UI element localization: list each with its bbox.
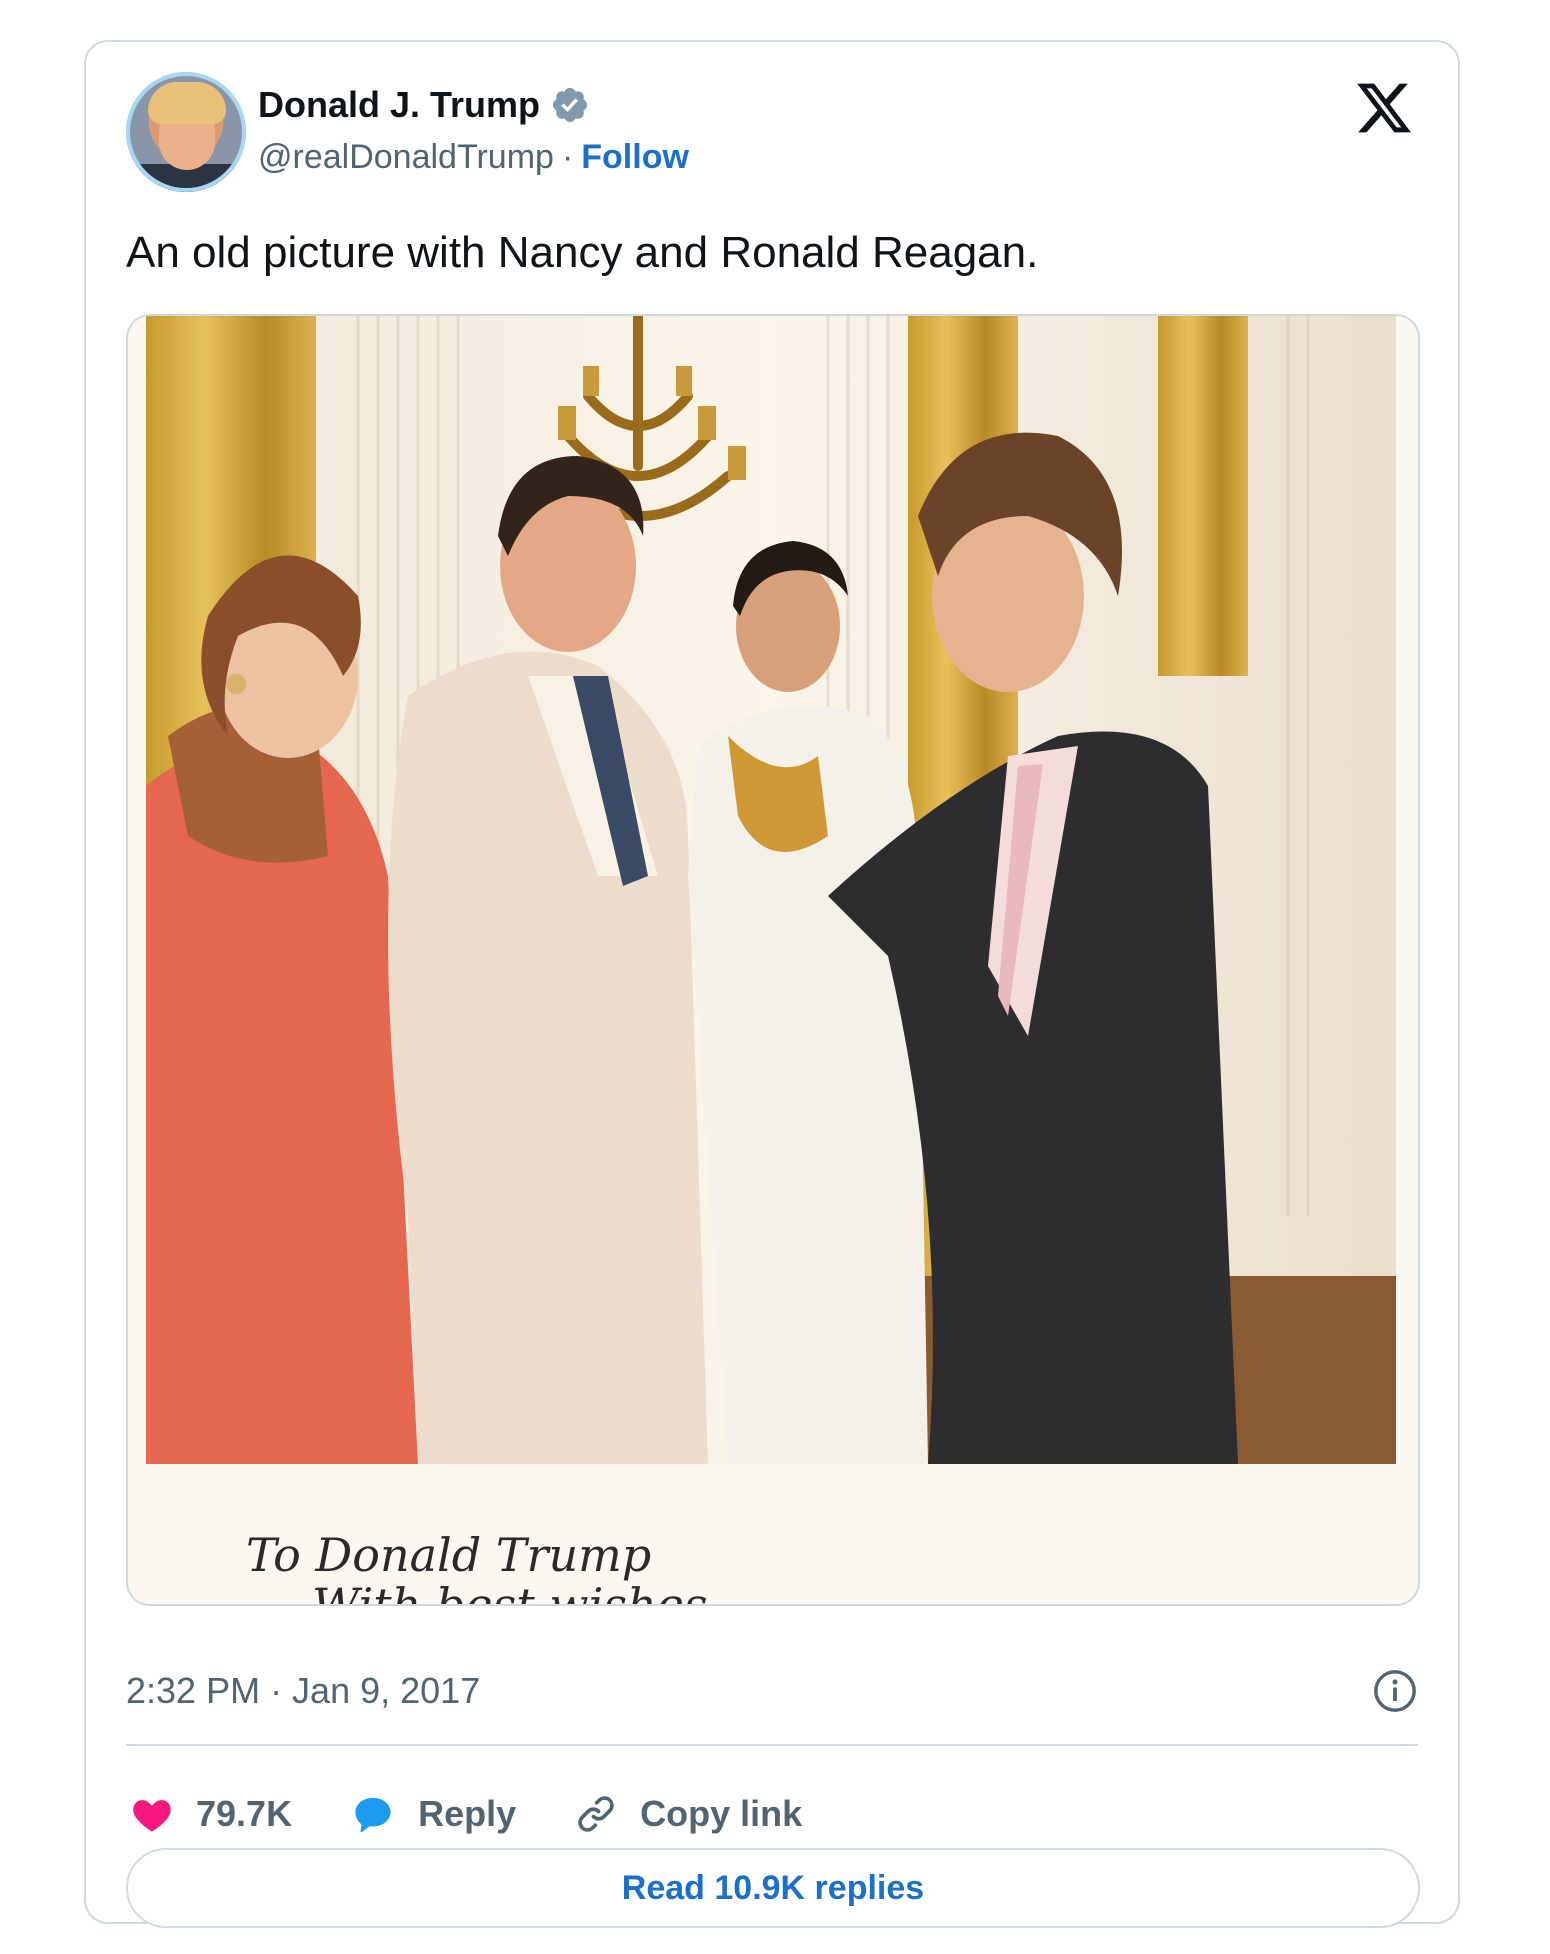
reply-bubble-icon bbox=[355, 1797, 391, 1833]
action-bar: 79.7K Reply Copy link bbox=[130, 1792, 860, 1836]
tweet-card: Donald J. Trump @realDonaldTrump · Follow … bbox=[84, 40, 1460, 1928]
photo-illustration bbox=[128, 316, 1418, 1604]
author-name[interactable]: Donald J. Trump bbox=[258, 84, 540, 126]
copy-link-button[interactable]: Copy link bbox=[574, 1792, 802, 1836]
separator-dot: · bbox=[561, 138, 574, 176]
inscription-line-2: With best wishes, bbox=[312, 1578, 723, 1606]
author-name-row: Donald J. Trump bbox=[258, 84, 590, 126]
author-avatar[interactable] bbox=[126, 72, 246, 192]
divider bbox=[126, 1744, 1418, 1746]
author-handle-row: @realDonaldTrump · Follow bbox=[258, 138, 689, 177]
tweet-timestamp[interactable]: 2:32 PM · Jan 9, 2017 bbox=[126, 1670, 480, 1712]
author-handle[interactable]: @realDonaldTrump bbox=[258, 138, 554, 176]
read-replies-button[interactable]: Read 10.9K replies bbox=[126, 1848, 1420, 1928]
photo-inscription: To Donald Trump With best wishes, bbox=[246, 1528, 723, 1606]
copy-link-label: Copy link bbox=[640, 1793, 803, 1834]
verified-badge-icon bbox=[552, 87, 588, 123]
avatar-ring bbox=[126, 72, 246, 192]
info-icon[interactable] bbox=[1372, 1668, 1418, 1714]
follow-button[interactable]: Follow bbox=[581, 138, 689, 176]
like-count: 79.7K bbox=[196, 1793, 293, 1834]
reply-button[interactable]: Reply bbox=[350, 1792, 516, 1836]
reply-label: Reply bbox=[418, 1793, 517, 1834]
tweet-text: An old picture with Nancy and Ronald Rea… bbox=[126, 228, 1039, 277]
heart-icon bbox=[133, 1800, 171, 1832]
like-button[interactable]: 79.7K bbox=[130, 1792, 292, 1836]
x-logo-icon[interactable] bbox=[1354, 78, 1414, 138]
tweet-photo[interactable]: To Donald Trump With best wishes, bbox=[126, 314, 1420, 1606]
inscription-line-1: To Donald Trump bbox=[246, 1528, 652, 1582]
link-icon bbox=[578, 1796, 614, 1832]
